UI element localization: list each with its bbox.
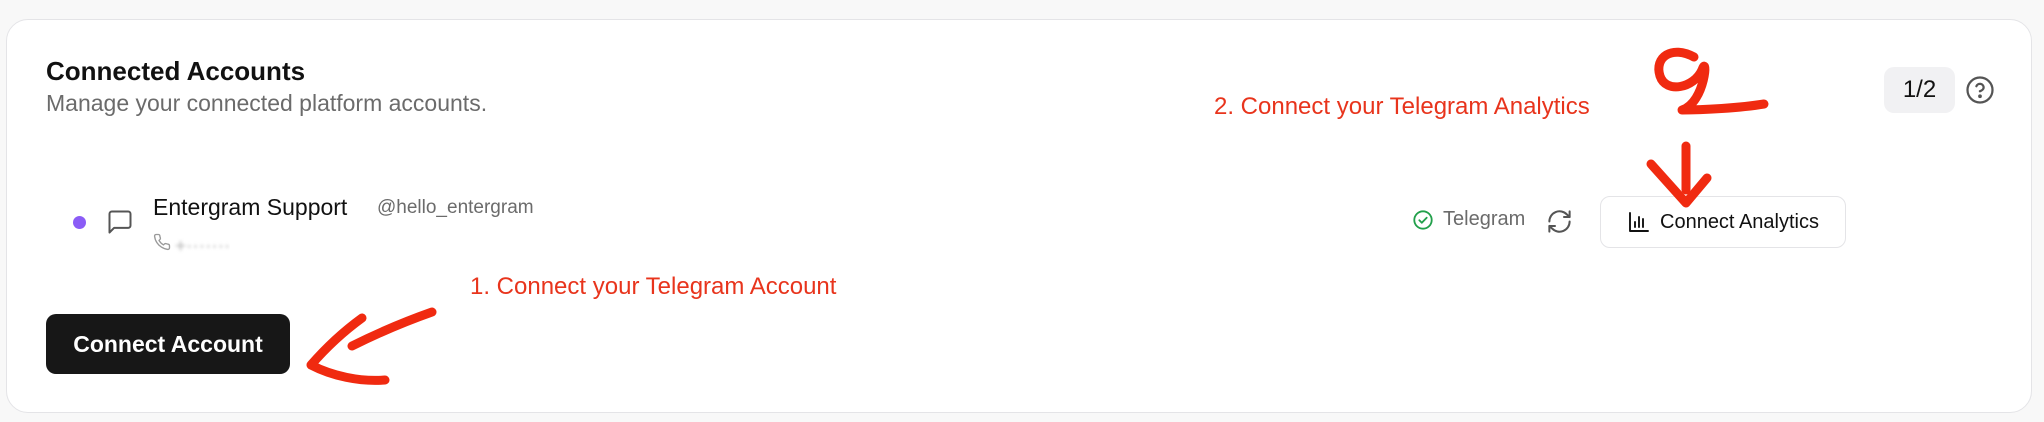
account-name: Entergram Support (153, 194, 348, 220)
help-circle-icon[interactable] (1965, 75, 1995, 105)
phone-value: +······· (175, 236, 231, 254)
account-phone: +······· (153, 230, 230, 254)
status-dot (73, 216, 86, 229)
message-square-icon (108, 210, 132, 234)
phone-icon (153, 233, 171, 251)
connect-analytics-button[interactable]: Connect Analytics (1600, 196, 1846, 248)
step-badge: 1/2 (1884, 67, 1955, 113)
bar-chart-icon (1629, 212, 1649, 232)
account-handle: @hello_entergram (377, 197, 534, 218)
refresh-icon[interactable] (1546, 208, 1573, 235)
platform-label: Telegram (1443, 208, 1526, 230)
annotation-step-2: 2. Connect your Telegram Analytics (1214, 93, 1590, 120)
platform-status: Telegram (1412, 208, 1525, 231)
annotation-step-1: 1. Connect your Telegram Account (470, 273, 837, 300)
section-title: Connected Accounts (46, 56, 306, 86)
section-subtitle: Manage your connected platform accounts. (46, 90, 488, 116)
connect-account-button[interactable]: Connect Account (46, 314, 290, 374)
connect-analytics-label: Connect Analytics (1660, 210, 1819, 233)
check-circle-icon (1413, 209, 1433, 230)
